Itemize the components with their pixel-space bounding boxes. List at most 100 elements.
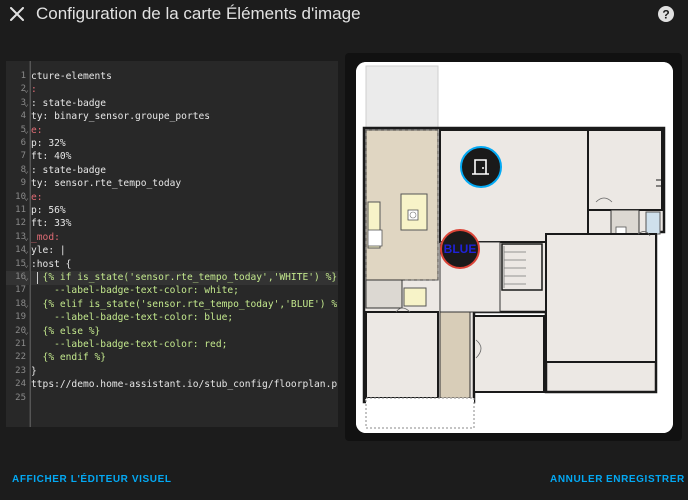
line-number: 14 <box>15 245 26 256</box>
picture-elements-card[interactable]: BLUE <box>356 62 673 433</box>
door-icon <box>472 159 489 175</box>
fold-chevron-icon[interactable]: ⌄ <box>24 164 29 178</box>
code-text: {% else %} <box>31 325 101 337</box>
code-line[interactable]: 25 <box>6 392 338 406</box>
tempo-state-badge[interactable]: BLUE <box>440 229 480 269</box>
code-text: : state-badge <box>31 97 107 109</box>
code-line[interactable]: 24 ttps://demo.home-assistant.io/stub_con… <box>6 378 338 392</box>
line-number: 8 <box>20 164 26 175</box>
fold-chevron-icon[interactable]: ⌄ <box>24 271 29 285</box>
line-number: 11 <box>15 205 26 215</box>
show-visual-editor-button[interactable]: AFFICHER L'ÉDITEUR VISUEL <box>12 474 172 485</box>
line-number: 18 <box>15 298 26 309</box>
door-state-badge[interactable] <box>460 146 502 188</box>
code-line[interactable]: 22 {% endif %} <box>6 351 338 365</box>
code-line[interactable]: 5 ⌄ e: <box>6 124 338 138</box>
code-text: p: 32% <box>31 138 66 149</box>
code-text: --label-badge-text-color: red; <box>31 339 228 350</box>
line-number: 7 <box>20 151 26 162</box>
line-number: 15 <box>15 258 26 269</box>
code-line[interactable]: 8 ⌄: state-badge <box>6 164 338 178</box>
code-line[interactable]: 9 ty: sensor.rte_tempo_today <box>6 177 338 191</box>
code-line[interactable]: 1 cture-elements <box>6 70 338 84</box>
code-text: --label-badge-text-color: white; <box>31 285 239 297</box>
code-text: e: <box>31 191 43 203</box>
line-number: 12 <box>15 218 26 229</box>
line-number: 2 <box>20 84 26 95</box>
fold-chevron-icon[interactable]: ⌄ <box>24 298 29 312</box>
cancel-button[interactable]: ANNULER <box>550 474 603 485</box>
code-line[interactable]: 2 ⌄: <box>6 83 338 97</box>
line-number: 13 <box>15 231 26 242</box>
line-number: 6 <box>20 138 26 148</box>
code-text: ft: 40% <box>31 151 72 163</box>
code-line[interactable]: 16 ⌄ {% if is_state('sensor.rte_tempo_tod… <box>6 271 338 285</box>
code-text: : <box>31 84 37 96</box>
code-line[interactable]: 14 ⌄ yle: | <box>6 244 338 258</box>
fold-chevron-icon[interactable]: ⌄ <box>24 325 29 339</box>
line-number: 25 <box>15 392 26 403</box>
code-line[interactable]: 20 ⌄ {% else %} <box>6 325 338 339</box>
code-line[interactable]: 18 ⌄ {% elif is_state('sensor.rte_tempo_t… <box>6 298 338 312</box>
line-number: 4 <box>20 111 26 122</box>
text-cursor <box>37 272 38 284</box>
line-number: 17 <box>15 285 26 296</box>
code-line[interactable]: 3 ⌄: state-badge <box>6 97 338 111</box>
help-button[interactable]: ? <box>656 4 676 24</box>
fold-chevron-icon[interactable]: ⌄ <box>24 97 29 111</box>
code-text: cture-elements <box>31 71 112 82</box>
code-text: {% elif is_state('sensor.rte_tempo_today… <box>31 298 338 310</box>
indent-guide <box>30 61 31 427</box>
save-button[interactable]: ENREGISTRER <box>606 474 685 485</box>
code-text: yle: | <box>31 245 66 257</box>
line-number: 3 <box>20 97 26 108</box>
code-line[interactable]: 7 ft: 40% <box>6 150 338 164</box>
code-text: :host { <box>31 258 72 270</box>
fold-chevron-icon[interactable]: ⌄ <box>24 231 29 245</box>
code-text: p: 56% <box>31 205 66 216</box>
fold-chevron-icon[interactable]: ⌄ <box>24 124 29 138</box>
code-text: e: <box>31 124 43 136</box>
code-line[interactable]: 4 ty: binary_sensor.groupe_portes <box>6 110 338 124</box>
code-text: ttps://demo.home-assistant.io/stub_confi… <box>31 379 338 391</box>
fold-chevron-icon[interactable]: ⌄ <box>24 244 29 258</box>
svg-text:?: ? <box>662 8 669 22</box>
fold-chevron-icon[interactable]: ⌄ <box>24 83 29 97</box>
code-line[interactable]: 13 ⌄ _mod: <box>6 231 338 245</box>
code-text: {% if is_state('sensor.rte_tempo_today',… <box>31 272 338 283</box>
code-line[interactable]: 10 ⌄ e: <box>6 191 338 205</box>
code-line[interactable]: 15 ⌄:host { <box>6 258 338 272</box>
line-number: 19 <box>15 312 26 323</box>
code-line[interactable]: 19 --label-badge-text-color: blue; <box>6 311 338 325</box>
line-number: 20 <box>15 325 26 336</box>
code-line[interactable]: 6 p: 32% <box>6 137 338 151</box>
code-text: _mod: <box>31 231 60 243</box>
line-number: 5 <box>20 124 26 135</box>
code-text: ty: sensor.rte_tempo_today <box>31 178 182 190</box>
line-number: 9 <box>20 178 26 189</box>
code-line[interactable]: 12 ft: 33% <box>6 217 338 231</box>
code-text: } <box>31 365 37 377</box>
code-text: : state-badge <box>31 164 107 176</box>
code-text: {% endif %} <box>31 352 107 364</box>
tempo-badge-label: BLUE <box>443 242 477 256</box>
close-button[interactable] <box>6 3 28 25</box>
line-number: 21 <box>15 339 26 349</box>
close-icon <box>10 7 24 21</box>
line-number: 23 <box>15 365 26 376</box>
fold-chevron-icon[interactable]: ⌄ <box>24 191 29 205</box>
code-text: --label-badge-text-color: blue; <box>31 312 234 324</box>
dialog-title: Configuration de la carte Éléments d'ima… <box>36 4 361 23</box>
line-number: 1 <box>20 71 26 81</box>
fold-chevron-icon[interactable]: ⌄ <box>24 258 29 272</box>
code-text: ft: 33% <box>31 218 72 230</box>
line-number: 24 <box>15 379 26 390</box>
floorplan-image <box>356 62 673 433</box>
line-number: 10 <box>15 191 26 202</box>
code-line[interactable]: 17 --label-badge-text-color: white; <box>6 284 338 298</box>
code-line[interactable]: 21 --label-badge-text-color: red; <box>6 338 338 352</box>
yaml-code-editor[interactable]: 1 cture-elements 2 ⌄:3 ⌄: state-badge 4 ty: bi… <box>6 61 338 427</box>
code-line[interactable]: 11 p: 56% <box>6 204 338 218</box>
code-line[interactable]: 23} <box>6 365 338 379</box>
dialog-header: Configuration de la carte Éléments d'ima… <box>0 0 688 28</box>
